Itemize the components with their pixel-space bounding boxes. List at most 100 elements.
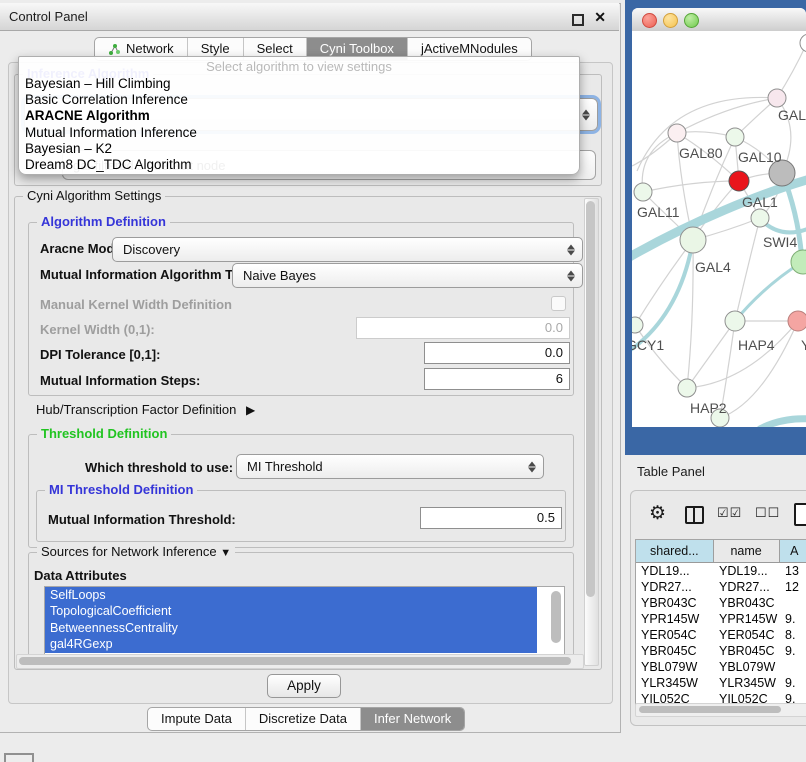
table-row[interactable]: YBR045CYBR045C9. <box>636 643 806 659</box>
close-icon[interactable]: ✕ <box>594 9 606 26</box>
minimize-traffic-light-icon[interactable] <box>663 13 678 28</box>
table-row[interactable]: YPR145WYPR145W9. <box>636 611 806 627</box>
table-body: YDL19...YDL19...13YDR27...YDR27...12YBR0… <box>636 563 806 705</box>
table-column-header[interactable]: name <box>714 540 780 562</box>
network-node[interactable] <box>791 250 806 274</box>
tab-discretize-data[interactable]: Discretize Data <box>245 708 360 730</box>
table-cell: YPR145W <box>636 611 714 627</box>
network-node[interactable] <box>725 311 745 331</box>
aracne-mode-combobox[interactable]: Discovery <box>112 237 583 262</box>
split-columns-icon[interactable] <box>685 506 704 524</box>
network-node[interactable] <box>800 34 806 52</box>
network-node-label: GAL1 <box>742 194 778 210</box>
mi-type-label: Mutual Information Algorithm Type: <box>40 266 259 283</box>
dropdown-item-selected[interactable]: ARACNE Algorithm <box>25 108 150 124</box>
network-node[interactable] <box>680 227 706 253</box>
dpi-tolerance-field[interactable]: 0.0 <box>424 342 570 364</box>
mi-threshold-legend: MI Threshold Definition <box>45 482 197 497</box>
network-node[interactable] <box>751 209 769 227</box>
table-header-row: shared...nameA <box>636 540 806 563</box>
dropdown-item[interactable]: Dream8 DC_TDC Algorithm <box>25 157 192 173</box>
mi-steps-label: Mutual Information Steps: <box>40 372 200 389</box>
table-horizontal-scrollbar[interactable] <box>635 703 806 717</box>
zoom-traffic-light-icon[interactable] <box>684 13 699 28</box>
table-row[interactable]: YDR27...YDR27...12 <box>636 579 806 595</box>
list-item[interactable]: TopologicalCoefficient <box>45 603 537 619</box>
table-cell: YER054C <box>636 627 714 643</box>
list-item[interactable]: SelfLoops <box>45 587 537 603</box>
table-cell: YBR045C <box>636 643 714 659</box>
network-node[interactable] <box>632 317 643 333</box>
table-column-header[interactable]: shared... <box>636 540 714 562</box>
float-window-icon[interactable] <box>572 14 584 26</box>
table-row[interactable]: YLR345WYLR345W9. <box>636 675 806 691</box>
list-scrollbar-thumb[interactable] <box>551 591 561 643</box>
network-window-titlebar[interactable] <box>632 8 806 32</box>
table-cell: YDL19... <box>714 563 780 579</box>
table-cell: 12 <box>780 579 806 595</box>
node-table: shared...nameA YDL19...YDL19...13YDR27..… <box>635 539 806 705</box>
network-node[interactable] <box>668 124 686 142</box>
kernel-width-label: Kernel Width (0,1): <box>40 321 155 338</box>
mi-type-combobox[interactable]: Naive Bayes <box>232 263 583 288</box>
apply-button[interactable]: Apply <box>267 674 341 698</box>
network-node[interactable] <box>634 183 652 201</box>
mi-type-value: Naive Bayes <box>243 268 316 283</box>
select-all-checkboxes-icon[interactable]: ☑☑ <box>717 505 742 521</box>
settings-vertical-scrollbar[interactable] <box>584 198 599 666</box>
scrollbar-thumb[interactable] <box>19 657 571 665</box>
table-row[interactable]: YBR043CYBR043C <box>636 595 806 611</box>
table-cell: 13 <box>780 563 806 579</box>
network-svg[interactable]: GALGAL80GAL10GAL1GAL11SWI4GAL4HAP4YGCY1H… <box>632 31 806 427</box>
network-node[interactable] <box>729 171 749 191</box>
new-document-icon[interactable] <box>794 503 806 526</box>
collapsed-arrow-icon: ▶ <box>246 403 255 417</box>
network-node[interactable] <box>726 128 744 146</box>
dropdown-item[interactable]: Bayesian – K2 <box>25 141 112 157</box>
network-node-label: Y <box>801 337 806 353</box>
close-traffic-light-icon[interactable] <box>642 13 657 28</box>
aracne-mode-value: Discovery <box>123 242 180 257</box>
expanded-arrow-icon[interactable]: ▼ <box>220 547 231 559</box>
dropdown-item[interactable]: Basic Correlation Inference <box>25 92 188 108</box>
dropdown-item[interactable]: Bayesian – Hill Climbing <box>25 76 171 92</box>
table-row[interactable]: YBL079WYBL079W <box>636 659 806 675</box>
scrollbar-thumb[interactable] <box>639 706 781 713</box>
table-cell: 8. <box>780 627 806 643</box>
mi-threshold-field[interactable]: 0.5 <box>420 507 562 529</box>
network-canvas[interactable]: GALGAL80GAL10GAL1GAL11SWI4GAL4HAP4YGCY1H… <box>632 31 806 427</box>
table-cell <box>780 659 806 675</box>
which-threshold-combobox[interactable]: MI Threshold <box>236 454 544 479</box>
table-column-header[interactable]: A <box>780 540 806 562</box>
table-panel-title: Table Panel <box>637 464 705 479</box>
table-panel: ⚙ ☑☑ ☐☐ shared...nameA YDL19...YDL19...1… <box>630 490 806 726</box>
gear-icon[interactable]: ⚙ <box>649 502 666 525</box>
tab-infer-network[interactable]: Infer Network <box>360 708 464 730</box>
tab-impute-data[interactable]: Impute Data <box>148 708 245 730</box>
which-threshold-label: Which threshold to use: <box>85 459 233 476</box>
sources-legend: Sources for Network Inference ▼ <box>37 544 235 559</box>
table-row[interactable]: YER054CYER054C8. <box>636 627 806 643</box>
screen: Control Panel ✕ Network Style Select Cyn… <box>0 0 806 762</box>
table-cell: 9. <box>780 643 806 659</box>
settings-horizontal-scrollbar[interactable] <box>16 654 584 669</box>
algorithm-dropdown-list: Select algorithm to view settings Bayesi… <box>18 56 580 175</box>
network-edge <box>643 181 739 192</box>
bottom-tab-bar: Impute Data Discretize Data Infer Networ… <box>147 707 465 731</box>
hub-section-toggle[interactable]: Hub/Transcription Factor Definition ▶ <box>36 401 255 419</box>
network-node[interactable] <box>678 379 696 397</box>
network-node-label: SWI4 <box>763 234 797 250</box>
network-node[interactable] <box>768 89 786 107</box>
collapsed-panel-icon[interactable] <box>4 753 34 762</box>
table-row[interactable]: YDL19...YDL19...13 <box>636 563 806 579</box>
dropdown-item[interactable]: Mutual Information Inference <box>25 125 197 141</box>
mi-steps-field[interactable]: 6 <box>424 368 570 390</box>
list-item[interactable]: gal4RGexp <box>45 636 537 652</box>
scrollbar-thumb[interactable] <box>586 201 595 597</box>
deselect-all-checkboxes-icon[interactable]: ☐☐ <box>755 505 780 521</box>
kernel-width-field: 0.0 <box>356 317 570 339</box>
list-item[interactable]: BetweennessCentrality <box>45 620 537 636</box>
network-node[interactable] <box>788 311 806 331</box>
dpi-tolerance-label: DPI Tolerance [0,1]: <box>40 346 160 363</box>
cyni-settings-legend: Cyni Algorithm Settings <box>23 188 165 203</box>
